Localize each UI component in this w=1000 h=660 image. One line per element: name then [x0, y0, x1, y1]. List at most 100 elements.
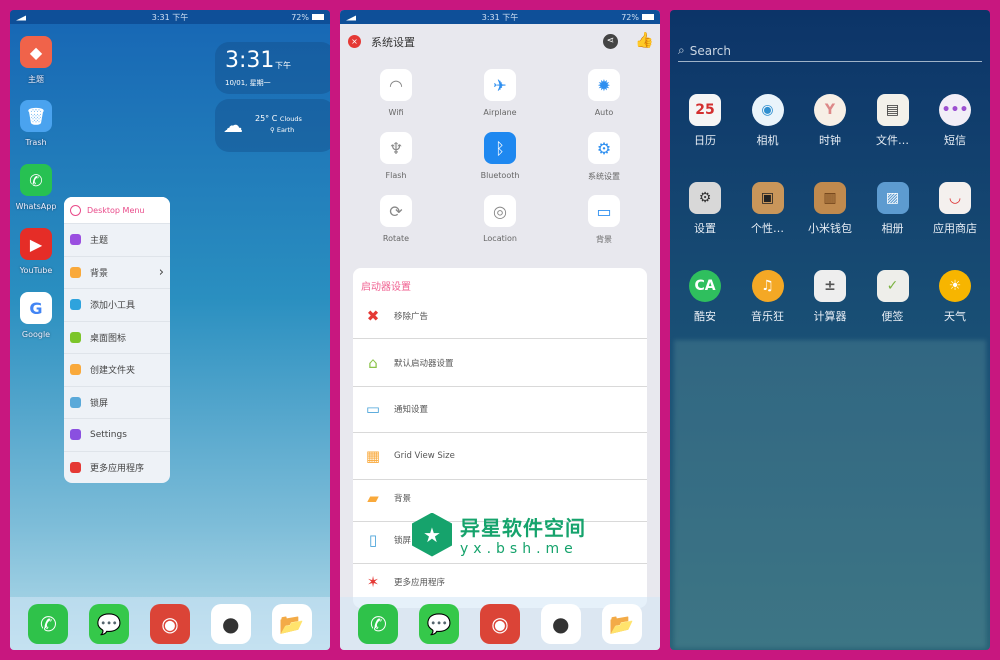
search-input[interactable]: ⌕ Search	[678, 40, 982, 62]
quick-toggle[interactable]: ◎ Location	[460, 195, 540, 243]
desktop-app-trash[interactable]: 🗑	[20, 100, 52, 132]
settings-row[interactable]: ⌂ 默认启动器设置	[353, 351, 647, 375]
menu-item[interactable]: 锁屏	[64, 385, 170, 419]
app-icon[interactable]: ▤ 文件…	[862, 94, 924, 148]
menu-item[interactable]: Settings	[64, 418, 170, 451]
star-logo-icon: ★	[412, 512, 452, 557]
app-icon[interactable]: ◉ 相机	[737, 94, 799, 148]
dock-chrome-icon[interactable]: ◉	[149, 603, 190, 644]
status-bar: 3:31 下午 72%	[10, 10, 330, 24]
menu-item-icon	[70, 299, 81, 311]
desktop-app-youtube[interactable]: ▶	[20, 228, 52, 260]
app-icon[interactable]: ✓ 便签	[862, 270, 924, 324]
row-icon: ⌂	[368, 354, 378, 372]
settings-row[interactable]: ▰ 背景	[353, 486, 647, 510]
app-icon[interactable]: ± 计算器	[799, 270, 861, 324]
settings-row[interactable]: ✖ 移除广告	[353, 304, 647, 328]
app-icon[interactable]: CA 酷安	[674, 270, 736, 324]
menu-item-icon	[70, 461, 81, 473]
divider	[353, 479, 647, 480]
desktop-app-google[interactable]: G	[20, 292, 52, 324]
dock-files-icon[interactable]: 📂	[271, 603, 312, 644]
quick-toggle[interactable]: ⟳ Rotate	[356, 195, 436, 243]
menu-item[interactable]: 添加小工具	[64, 288, 170, 321]
toggle-icon: ◠	[380, 69, 412, 101]
app-glyph-icon: ▤	[876, 94, 909, 126]
app-icon[interactable]: ⚙ 设置	[674, 182, 736, 236]
app-glyph-icon: ☀	[939, 270, 971, 302]
app-glyph-icon: •••	[939, 94, 971, 126]
app-glyph-icon: ▥	[814, 182, 846, 214]
app-glyph-icon: ✓	[876, 270, 909, 302]
quick-toggle[interactable]: ⚙ 系统设置	[564, 132, 644, 182]
dock-phone-icon[interactable]: ✆	[358, 603, 399, 644]
row-icon: ▰	[367, 489, 379, 507]
menu-item[interactable]: 创建文件夹	[64, 353, 170, 386]
dock-messages-icon[interactable]: 💬	[419, 603, 460, 644]
row-icon: ✖	[366, 307, 380, 325]
thumbs-up-icon[interactable]: 👍	[635, 31, 654, 49]
launcher-settings-card: 启动器设置 ✖ 移除广告 ⌂ 默认启动器设置 ▭ 通知设置 ▦ Grid View Size ▰…	[353, 268, 647, 608]
row-icon: ▦	[365, 447, 381, 465]
menu-item-icon	[70, 331, 81, 343]
weather-widget[interactable]: ☁ 25° C Clouds ⚲ Earth	[215, 99, 330, 152]
app-icon[interactable]: ••• 短信	[924, 94, 986, 148]
app-icon[interactable]: ◡ 应用商店	[924, 182, 986, 236]
quick-toggle[interactable]: ◠ Wifi	[356, 69, 436, 117]
app-glyph-icon: Y	[814, 94, 846, 126]
divider	[353, 338, 647, 339]
toggle-icon: ⟳	[380, 195, 412, 227]
app-glyph-icon: 25	[689, 94, 721, 126]
clock-widget[interactable]: 3:31 下午 10/01, 星期一	[215, 42, 330, 94]
quick-toggle[interactable]: ✈ Airplane	[460, 69, 540, 117]
close-button[interactable]: ×	[348, 35, 361, 48]
row-icon: ▯	[368, 531, 378, 549]
app-icon[interactable]: Y 时钟	[799, 94, 861, 148]
divider	[353, 563, 647, 564]
share-icon[interactable]: ⋖	[603, 34, 618, 49]
quick-toggle[interactable]: ✹ Auto	[564, 69, 644, 117]
app-icon[interactable]: 25 日历	[674, 94, 736, 148]
app-glyph-icon: ◡	[939, 182, 971, 214]
toggle-icon: ▭	[588, 195, 620, 227]
settings-row[interactable]: ✶ 更多应用程序	[353, 570, 647, 594]
app-icon[interactable]: ♫ 音乐狂	[737, 270, 799, 324]
row-icon: ✶	[366, 573, 380, 591]
app-icon[interactable]: ☀ 天气	[924, 270, 986, 324]
settings-row[interactable]: ▭ 通知设置	[353, 397, 647, 421]
divider	[353, 386, 647, 387]
dock-phone-icon[interactable]: ✆	[28, 603, 69, 644]
desktop-menu: Desktop Menu 主题 背景 › 添加小工具 桌面图标 创建文件夹 锁屏 Settin…	[64, 197, 170, 483]
home-screen: 3:31 下午 72% ◆ 主题 🗑 Trash ✆ WhatsApp ▶ YouTube G Go…	[10, 10, 330, 650]
dock-files-icon[interactable]: 📂	[601, 603, 642, 644]
menu-item-icon	[70, 364, 81, 376]
app-glyph-icon: ♫	[751, 270, 784, 302]
dock-chrome-icon[interactable]: ◉	[479, 603, 520, 644]
app-icon[interactable]: ▥ 小米钱包	[799, 182, 861, 236]
divider	[353, 432, 647, 433]
dock-messages-icon[interactable]: 💬	[89, 603, 130, 644]
settings-row[interactable]: ▦ Grid View Size	[353, 444, 647, 468]
dock-camera-icon[interactable]: ●	[540, 603, 581, 644]
quick-toggle[interactable]: ♆ Flash	[356, 132, 436, 180]
menu-item-icon	[70, 234, 81, 246]
app-glyph-icon: ▣	[751, 182, 784, 214]
app-icon[interactable]: ▨ 相册	[862, 182, 924, 236]
toggle-icon: ✹	[588, 69, 620, 101]
app-glyph-icon: ◉	[751, 94, 784, 126]
search-icon: ⌕	[678, 43, 685, 57]
app-drawer: ⌕ Search 25 日历 ◉ 相机 Y 时钟 ▤ 文件… ••• 短信 ⚙ 设置 ▣ 个性… ▥ 小米钱包 ▨…	[670, 10, 990, 650]
app-icon[interactable]: ▣ 个性…	[737, 182, 799, 236]
chevron-right-icon: ›	[158, 264, 164, 280]
app-glyph-icon: ⚙	[689, 182, 721, 214]
menu-item[interactable]: 更多应用程序	[64, 450, 170, 484]
quick-toggle[interactable]: ᛒ Bluetooth	[460, 132, 540, 180]
menu-item[interactable]: 桌面图标	[64, 320, 170, 354]
desktop-app-主题[interactable]: ◆	[20, 36, 52, 68]
menu-item[interactable]: 背景 ›	[64, 255, 170, 289]
desktop-app-whatsapp[interactable]: ✆	[20, 164, 52, 196]
quick-toggle[interactable]: ▭ 背景	[564, 195, 644, 245]
menu-item-icon	[70, 429, 81, 441]
dock-camera-icon[interactable]: ●	[210, 603, 251, 644]
menu-item[interactable]: 主题	[64, 223, 170, 256]
